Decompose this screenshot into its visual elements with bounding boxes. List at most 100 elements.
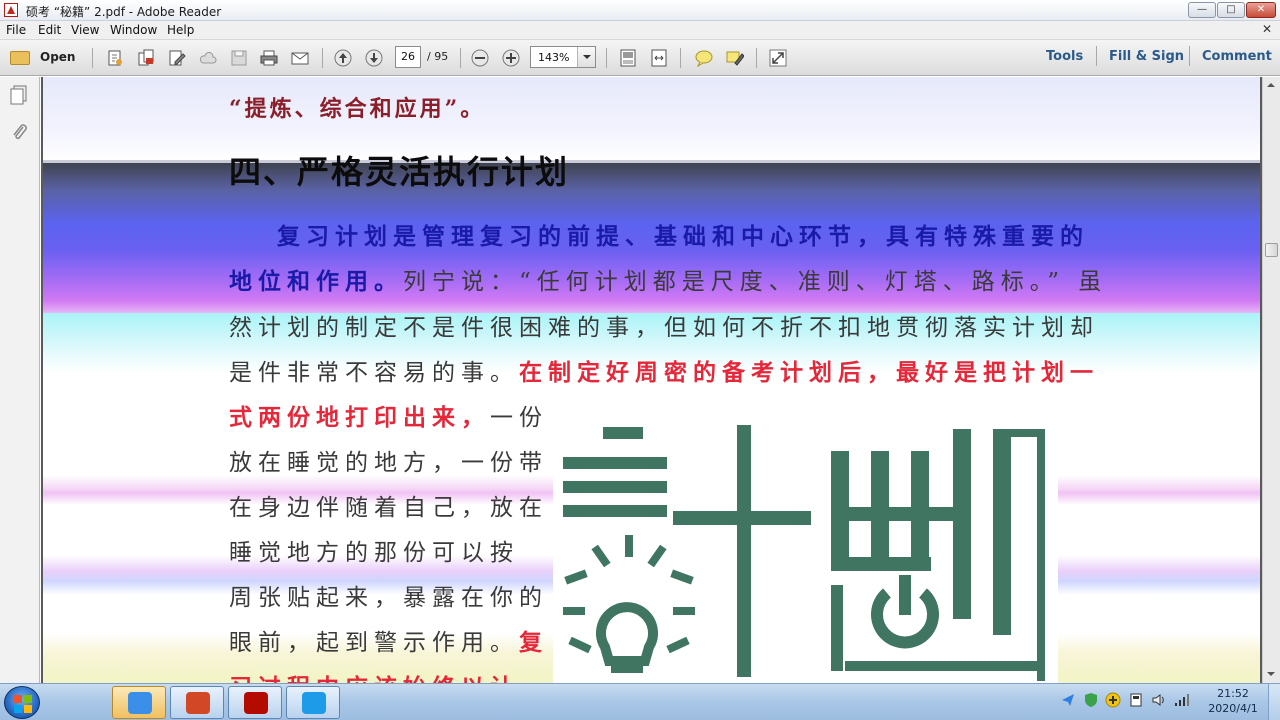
zoom-out-button[interactable] xyxy=(468,47,492,69)
vertical-scrollbar[interactable] xyxy=(1262,77,1280,683)
menu-view[interactable]: View xyxy=(71,23,99,37)
document-viewport[interactable]: “提炼、综合和应用”。 四、严格灵活执行计划 复习计划是管理复习的前提、基础和中… xyxy=(41,77,1262,683)
highlight-button[interactable] xyxy=(723,47,747,69)
paragraph-text: 然计划的制定不是件很困难的事，但如何不折不扣地贯彻落实计划却 xyxy=(229,315,1099,341)
paragraph-text: 复习计划是管理复习的前提、基础和中心环节，具有特殊重要的 xyxy=(277,223,1089,250)
menu-file[interactable]: File xyxy=(6,23,26,37)
full-screen-icon xyxy=(769,49,787,67)
section-heading: 四、严格灵活执行计划 xyxy=(229,153,570,191)
fit-width-button[interactable] xyxy=(647,47,671,69)
paragraph-line-10: 眼前，起到警示作用。复 xyxy=(229,623,548,657)
zoom-in-button[interactable] xyxy=(499,47,523,69)
menu-window[interactable]: Window xyxy=(110,23,157,37)
taskbar-app-adobe-reader[interactable] xyxy=(228,686,282,719)
navigation-pane xyxy=(0,77,40,683)
page-thumbnails-icon[interactable] xyxy=(10,85,28,105)
edit-button[interactable] xyxy=(165,47,189,69)
toolbar-separator xyxy=(1189,46,1190,66)
add-app-icon[interactable] xyxy=(1105,692,1121,708)
paragraph-text: 是件非常不容易的事。 xyxy=(229,360,519,386)
next-page-icon xyxy=(365,49,383,67)
save-icon xyxy=(231,50,247,66)
menu-bar: File Edit View Window Help ✕ xyxy=(0,21,1280,40)
maximize-icon: □ xyxy=(1226,4,1236,15)
email-icon xyxy=(291,52,309,65)
sticky-note-icon xyxy=(695,50,713,67)
taskbar-app-feishu[interactable] xyxy=(112,686,166,719)
feishu-icon xyxy=(128,692,152,714)
adobe-reader-icon xyxy=(4,3,18,17)
network-device-icon[interactable] xyxy=(1128,692,1144,708)
sticky-note-button[interactable] xyxy=(692,47,716,69)
save-button[interactable] xyxy=(227,47,251,69)
close-button[interactable]: ✕ xyxy=(1246,2,1276,18)
quote-line: “提炼、综合和应用”。 xyxy=(229,96,486,122)
email-button[interactable] xyxy=(288,47,312,69)
toolbar-separator xyxy=(322,48,323,68)
window-title: 硕考 “秘籍” 2.pdf - Adobe Reader xyxy=(26,5,222,19)
menu-help[interactable]: Help xyxy=(167,23,194,37)
minimize-icon: — xyxy=(1197,4,1207,15)
video-app-icon xyxy=(302,692,326,714)
minimize-button[interactable]: — xyxy=(1188,2,1216,18)
paragraph-line-3: 然计划的制定不是件很困难的事，但如何不折不扣地贯彻落实计划却 xyxy=(229,308,1099,342)
print-button[interactable] xyxy=(257,47,281,69)
page-total: / 95 xyxy=(427,50,449,63)
feishu-tray-icon[interactable] xyxy=(1060,692,1076,708)
edit-icon xyxy=(169,50,186,66)
paragraph-text: 复 xyxy=(519,629,548,656)
fit-page-icon xyxy=(620,49,636,67)
fill-sign-panel-button[interactable]: Fill & Sign xyxy=(1109,49,1184,64)
toolbar-separator xyxy=(680,48,681,68)
maximize-button[interactable]: □ xyxy=(1217,2,1245,18)
security-shield-icon[interactable] xyxy=(1083,692,1099,708)
volume-icon[interactable] xyxy=(1151,692,1167,708)
paragraph-line-4: 是件非常不容易的事。在制定好周密的备考计划后，最好是把计划一 xyxy=(229,353,1099,387)
combine-files-button[interactable] xyxy=(134,47,158,69)
chevron-down-icon[interactable] xyxy=(577,47,595,67)
paragraph-line-2: 地位和作用。列宁说：“任何计划都是尺度、准则、灯塔、路标。” 虽 xyxy=(229,262,1107,296)
page-number-input[interactable]: 26 xyxy=(395,46,421,68)
toolbar-separator xyxy=(606,48,607,68)
clock-date: 2020/4/1 xyxy=(1208,702,1258,715)
close-document-button[interactable]: ✕ xyxy=(1262,22,1272,36)
paragraph-text: 一份 xyxy=(490,405,548,431)
title-bar: 硕考 “秘籍” 2.pdf - Adobe Reader — □ ✕ xyxy=(0,0,1280,21)
windows-logo-icon xyxy=(14,695,32,713)
zoom-in-icon xyxy=(502,49,520,67)
full-screen-button[interactable] xyxy=(766,47,790,69)
plan-logo-image xyxy=(563,425,1045,681)
fit-page-button[interactable] xyxy=(616,47,640,69)
system-clock[interactable]: 21:52 2020/4/1 xyxy=(1206,686,1260,716)
attachments-icon[interactable] xyxy=(10,123,28,143)
pdf-page: “提炼、综合和应用”。 四、严格灵活执行计划 复习计划是管理复习的前提、基础和中… xyxy=(43,77,1260,683)
start-button[interactable] xyxy=(4,686,40,719)
comment-panel-button[interactable]: Comment xyxy=(1202,49,1272,64)
zoom-level-select[interactable]: 143% xyxy=(530,46,596,68)
toolbar: Open xyxy=(0,40,1280,76)
powerpoint-icon xyxy=(186,692,210,714)
next-page-button[interactable] xyxy=(362,47,386,69)
show-desktop-button[interactable] xyxy=(1268,684,1280,720)
toolbar-separator xyxy=(1096,46,1097,66)
open-button[interactable]: Open xyxy=(8,46,80,70)
scroll-down-icon[interactable] xyxy=(1263,666,1280,683)
paragraph-line-7: 在身边伴随着自己，放在 xyxy=(229,495,548,521)
plan-illustration xyxy=(553,415,1058,683)
wifi-signal-icon[interactable] xyxy=(1174,692,1190,708)
clock-time: 21:52 xyxy=(1217,687,1249,700)
menu-edit[interactable]: Edit xyxy=(38,23,61,37)
cloud-icon xyxy=(199,52,217,64)
paragraph-line-5: 式两份地打印出来，一份 xyxy=(229,398,548,432)
print-icon xyxy=(260,50,278,66)
scrollbar-thumb[interactable] xyxy=(1265,243,1278,257)
previous-page-button[interactable] xyxy=(331,47,355,69)
fit-width-icon xyxy=(651,49,667,67)
create-pdf-button[interactable] xyxy=(103,47,127,69)
paragraph-text: 习过程中应该始终以计 xyxy=(229,674,519,683)
scroll-up-icon[interactable] xyxy=(1263,77,1280,94)
cloud-button[interactable] xyxy=(196,47,220,69)
tools-panel-button[interactable]: Tools xyxy=(1046,49,1083,64)
taskbar-app-powerpoint[interactable] xyxy=(170,686,224,719)
taskbar-app-video[interactable] xyxy=(286,686,340,719)
